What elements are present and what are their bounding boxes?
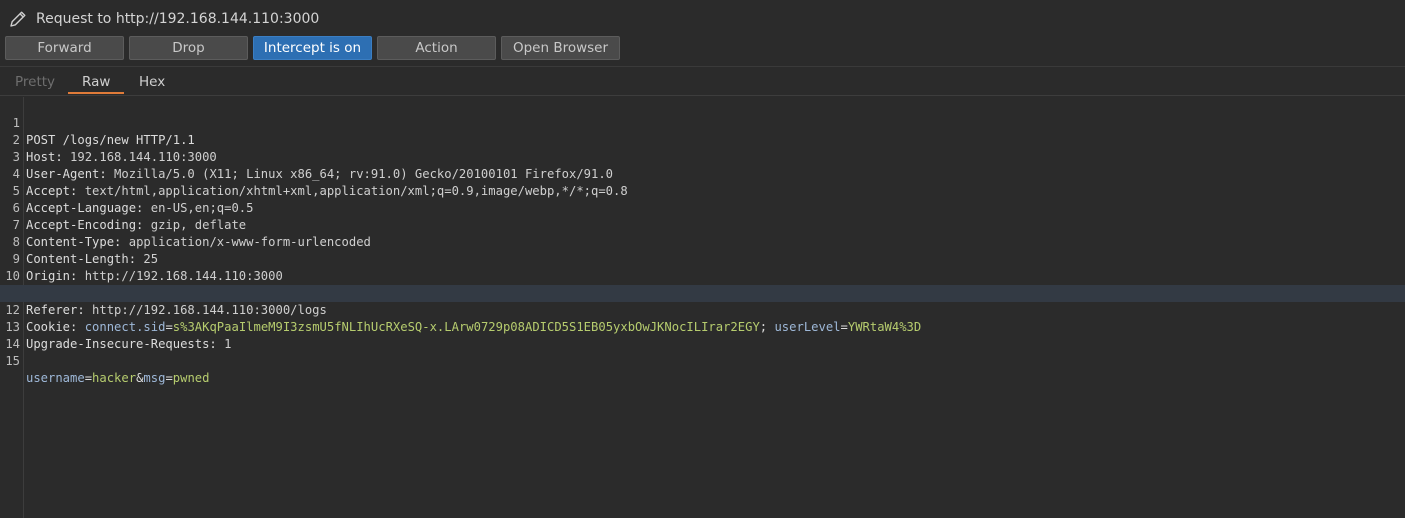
intercept-toggle-button[interactable]: Intercept is on bbox=[253, 36, 372, 60]
view-tabs: Pretty Raw Hex bbox=[0, 68, 1405, 96]
tab-raw[interactable]: Raw bbox=[82, 74, 110, 90]
param-name: username bbox=[26, 371, 85, 385]
tabs-divider bbox=[0, 95, 1405, 96]
equals-sign: = bbox=[84, 371, 93, 385]
header-line: 4 Accept: text/html,application/xhtml+xm… bbox=[0, 149, 1405, 198]
param-value: hacker bbox=[92, 371, 137, 385]
header-line: 5 Accept-Language: en-US,en;q=0.5 bbox=[0, 166, 1405, 215]
header-line: 3 User-Agent: Mozilla/5.0 (X11; Linux x8… bbox=[0, 132, 1405, 181]
header-line: 9 Origin: http://192.168.144.110:3000 bbox=[0, 234, 1405, 283]
equals-sign: = bbox=[165, 371, 173, 385]
param-value: pwned bbox=[172, 371, 210, 385]
header-line: 13 Upgrade-Insecure-Requests: 1 bbox=[0, 302, 1405, 351]
pencil-icon bbox=[8, 9, 28, 29]
request-line: 1 POST /logs/new HTTP/1.1 bbox=[0, 98, 1405, 147]
forward-button[interactable]: Forward bbox=[5, 36, 124, 60]
line-number: 15 bbox=[5, 354, 20, 368]
request-editor[interactable]: 1 POST /logs/new HTTP/1.1 2 Host: 192.16… bbox=[0, 97, 1405, 518]
window-title: Request to http://192.168.144.110:3000 bbox=[36, 11, 320, 27]
active-tab-indicator bbox=[68, 92, 124, 94]
action-button[interactable]: Action bbox=[377, 36, 496, 60]
toolbar: Forward Drop Intercept is on Action Open… bbox=[0, 36, 1405, 62]
header-line: 7 Content-Type: application/x-www-form-u… bbox=[0, 200, 1405, 249]
title-bar: Request to http://192.168.144.110:3000 bbox=[0, 0, 1405, 38]
header-line: 2 Host: 192.168.144.110:3000 bbox=[0, 115, 1405, 164]
header-line: 6 Accept-Encoding: gzip, deflate bbox=[0, 183, 1405, 232]
cookie-line: 12 Cookie: connect.sid=s%3AKqPaaIlmeM9I3… bbox=[0, 285, 1405, 334]
open-browser-button[interactable]: Open Browser bbox=[501, 36, 620, 60]
header-line: 8 Content-Length: 25 bbox=[0, 217, 1405, 266]
tab-pretty[interactable]: Pretty bbox=[15, 74, 55, 90]
drop-button[interactable]: Drop bbox=[129, 36, 248, 60]
toolbar-divider bbox=[0, 66, 1405, 67]
param-name: msg bbox=[143, 371, 166, 385]
blank-line: 14 bbox=[0, 319, 1405, 351]
body-line: 15 username=hacker&msg=pwned bbox=[0, 336, 1405, 385]
header-line: 10 Connection: close bbox=[0, 251, 1405, 300]
tab-hex[interactable]: Hex bbox=[139, 74, 165, 90]
header-line: 11 Referer: http://192.168.144.110:3000/… bbox=[0, 268, 1405, 317]
